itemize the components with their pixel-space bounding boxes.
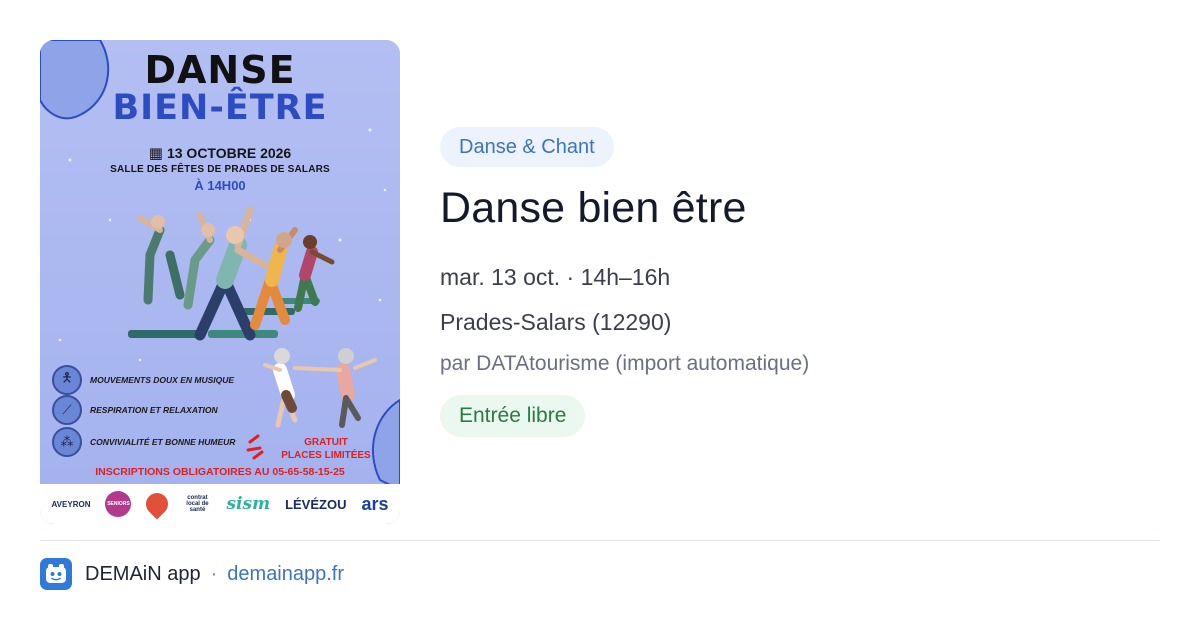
poster-time: À 14H00 [194, 178, 246, 193]
poster-feature-label: CONVIVIALITÉ ET BONNE HUMEUR [90, 437, 236, 447]
poster-feature: 🯅 MOUVEMENTS DOUX EN MUSIQUE [52, 365, 234, 395]
event-date-time: mar. 13 oct. · 14h–16h [440, 264, 671, 290]
app-logo-glyph [46, 564, 66, 583]
poster-date: ▦ 13 OCTOBRE 2026 [40, 144, 400, 162]
seniors-logo: SENIORS [105, 491, 132, 517]
poster-logo-strip: AVEYRON SENIORS contrat local de santé s… [40, 484, 400, 524]
demain-app-logo-icon [40, 558, 72, 590]
poster-free-notice: GRATUIT PLACES LIMITÉES [266, 436, 386, 462]
breathing-icon: ⟋ [52, 395, 82, 425]
aveyron-logo: AVEYRON [51, 499, 91, 509]
poster-venue: SALLE DES FÊTES DE PRADES DE SALARS [110, 164, 330, 175]
poster-feature-label: MOUVEMENTS DOUX EN MUSIQUE [90, 375, 235, 385]
poster-free-line2: PLACES LIMITÉES [281, 450, 371, 461]
footer: DEMAiN app · demainapp.fr [40, 558, 344, 590]
map-pin-logo [141, 488, 174, 520]
app-name: DEMAiN app [85, 562, 201, 585]
footer-divider [40, 540, 1160, 541]
group-icon: ⁂ [52, 427, 82, 457]
poster-title-line2: BIEN-ÊTRE [112, 88, 328, 128]
sism-logo: sism [226, 494, 271, 514]
event-organizer: par DATAtourisme (import automatique) [440, 352, 810, 375]
poster-feature-label: RESPIRATION ET RELAXATION [90, 405, 218, 415]
poster-title-line1: DANSE [144, 48, 296, 92]
footer-separator: · [210, 562, 218, 585]
levezou-logo: LÉVÉZOU [285, 496, 347, 512]
poster-date-text: 13 OCTOBRE 2026 [166, 145, 292, 161]
app-website-link[interactable]: demainapp.fr [227, 563, 344, 586]
person-dancing-icon: 🯅 [52, 365, 82, 395]
event-poster-image: DANSE BIEN-ÊTRE ▦ 13 OCTOBRE 2026 SALLE D… [40, 40, 400, 524]
ars-logo: ars [361, 493, 389, 514]
poster-feature: ⁂ CONVIVIALITÉ ET BONNE HUMEUR [52, 427, 235, 457]
category-chip[interactable]: Danse & Chant [440, 127, 614, 167]
poster-feature: ⟋ RESPIRATION ET RELAXATION [52, 395, 218, 425]
event-place: Prades-Salars (12290) [440, 309, 672, 335]
event-title: Danse bien être [440, 184, 747, 232]
poster-free-line1: GRATUIT [304, 437, 348, 448]
poster-registration: INSCRIPTIONS OBLIGATOIRES AU 05-65-58-15… [95, 466, 345, 478]
price-chip: Entrée libre [440, 395, 586, 437]
calendar-icon: ▦ [148, 145, 163, 162]
contrat-local-logo: contrat local de santé [186, 495, 209, 513]
